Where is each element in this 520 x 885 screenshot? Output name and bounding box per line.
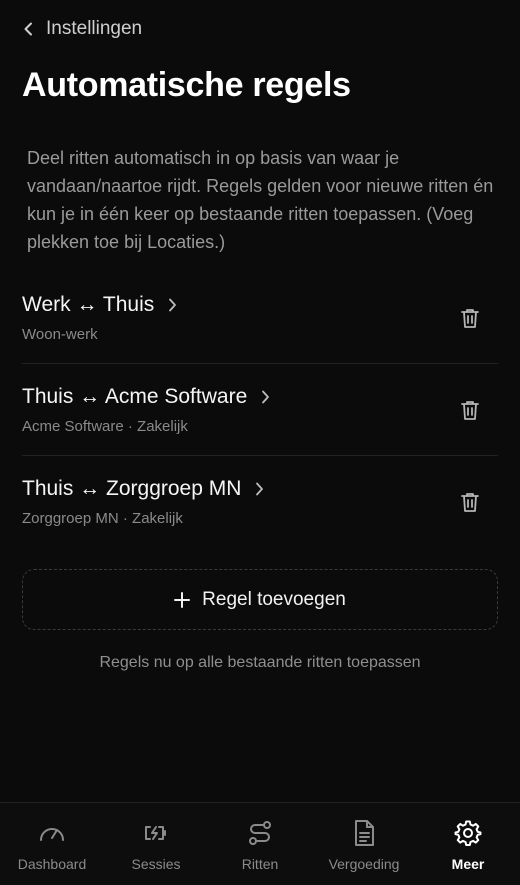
rule-item[interactable]: Werk ↔ Thuis Woon-werk [22, 272, 498, 364]
rule-subtitle: Zorggroep MN · Zakelijk [22, 510, 183, 527]
nav-label: Sessies [131, 856, 181, 872]
nav-item-sessies[interactable]: Sessies [104, 803, 208, 885]
nav-label: Vergoeding [328, 856, 400, 872]
bottom-nav: Dashboard Sessies Ritten Vergoeding Meer [0, 802, 520, 885]
chevron-right-icon [262, 390, 270, 403]
gear-icon [454, 820, 482, 846]
nav-item-dashboard[interactable]: Dashboard [0, 803, 104, 885]
nav-item-meer[interactable]: Meer [416, 803, 520, 885]
rule-item[interactable]: Thuis ↔ Acme Software Acme Software · Za… [22, 364, 498, 456]
rule-subtitle: Acme Software · Zakelijk [22, 417, 188, 435]
rule-title: Thuis ↔ Acme Software [22, 385, 270, 409]
rule-title: Werk ↔ Thuis [22, 293, 177, 317]
rule-subtitle: Woon-werk [22, 325, 98, 343]
chevron-right-icon [256, 482, 264, 496]
chevron-left-icon [24, 22, 32, 36]
plus-icon [174, 591, 191, 608]
nav-label: Meer [451, 856, 485, 872]
nav-label: Ritten [241, 856, 279, 872]
add-rule-button[interactable]: Regel toevoegen [22, 569, 498, 630]
delete-rule-button[interactable] [450, 298, 490, 338]
page-description: Deel ritten automatisch in op basis van … [27, 148, 494, 252]
page-title: Automatische regels [22, 66, 351, 104]
nav-item-vergoeding[interactable]: Vergoeding [312, 803, 416, 885]
chevron-right-icon [169, 298, 177, 311]
delete-rule-button[interactable] [450, 482, 490, 522]
charging-icon [145, 826, 166, 840]
rules-list: Werk ↔ Thuis Woon-werk Thuis ↔ Acme Soft… [22, 272, 498, 548]
back-label: Instellingen [46, 18, 143, 39]
rule-item[interactable]: Thuis ↔ Zorggroep MN Zorggroep MN · Zake… [22, 456, 498, 548]
back-button[interactable]: Instellingen [22, 18, 142, 40]
gauge-icon [40, 828, 64, 841]
trash-icon [461, 308, 479, 328]
document-icon [355, 820, 374, 846]
delete-rule-button[interactable] [450, 390, 490, 430]
trash-icon [461, 493, 479, 512]
nav-item-ritten[interactable]: Ritten [208, 803, 312, 885]
apply-rules-link[interactable]: Regels nu op alle bestaande ritten toepa… [0, 654, 520, 672]
rule-title: Thuis ↔ Zorggroep MN [22, 477, 264, 501]
nav-label: Dashboard [17, 856, 87, 872]
trash-icon [461, 400, 479, 420]
add-rule-label: Regel toevoegen [202, 588, 346, 610]
route-icon [249, 821, 271, 845]
